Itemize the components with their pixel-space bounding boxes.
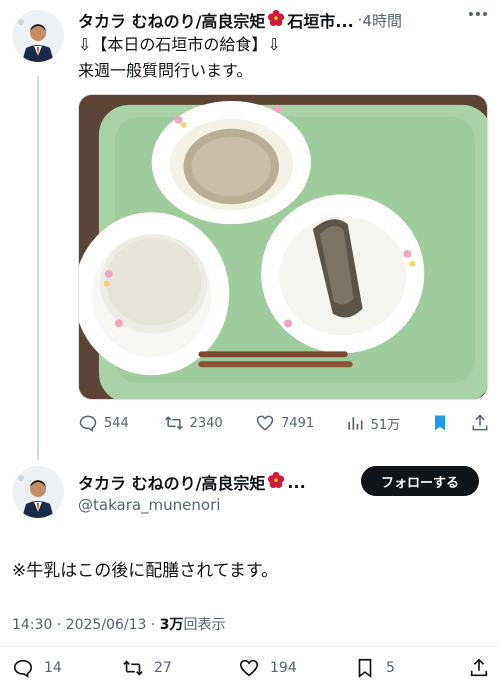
tweet-text: ※牛乳はこの後に配膳されてます。 xyxy=(12,561,279,581)
retweet-icon xyxy=(123,660,143,676)
retweet-count: 27 xyxy=(154,660,172,676)
share-button[interactable] xyxy=(470,413,490,433)
like-count: 194 xyxy=(270,660,297,676)
reply-button[interactable]: 14 xyxy=(12,657,122,679)
hibiscus-icon xyxy=(267,9,285,31)
name-suffix[interactable]: ... xyxy=(287,473,305,492)
retweet-count: 2340 xyxy=(189,415,223,431)
tweet-header: タカラ むねのり/高良宗矩 石垣市... · 4時間 xyxy=(78,8,492,32)
retweet-button[interactable]: 2340 xyxy=(164,413,256,433)
display-name[interactable]: タカラ むねのり/高良宗矩 xyxy=(78,8,265,32)
bookmark-icon xyxy=(435,415,446,431)
heart-icon xyxy=(239,659,259,677)
views-icon xyxy=(347,417,363,430)
share-button[interactable] xyxy=(468,657,490,679)
tweet-time[interactable]: 4時間 xyxy=(362,10,402,31)
like-count: 7491 xyxy=(281,415,315,431)
share-icon xyxy=(470,658,488,677)
more-icon[interactable] xyxy=(469,12,493,18)
avatar[interactable] xyxy=(12,466,64,518)
avatar-image xyxy=(12,10,64,62)
avatar[interactable] xyxy=(12,10,64,62)
views-count: 51万 xyxy=(370,417,401,433)
reply-count: 544 xyxy=(104,415,129,431)
heart-icon xyxy=(256,415,274,431)
bookmark-button[interactable]: 5 xyxy=(354,657,444,679)
hibiscus-icon xyxy=(267,471,285,493)
avatar-image xyxy=(12,466,64,518)
tweet-header: タカラ むねのり/高良宗矩 ... xyxy=(78,470,306,494)
tweet-text-line-2: 来週一般質問行います。 xyxy=(78,61,253,80)
thread-connector xyxy=(37,76,39,460)
tweet-actions: 544 2340 7491 51万 xyxy=(78,410,490,436)
lunch-photo xyxy=(79,95,487,399)
bookmark-icon xyxy=(358,658,372,678)
divider xyxy=(0,646,499,647)
like-button[interactable]: 194 xyxy=(238,657,354,679)
reply-count: 14 xyxy=(44,660,62,676)
tweet-timestamp[interactable]: 14:30 · 2025/06/13 · xyxy=(12,617,160,633)
tweet-actions: 14 27 194 5 xyxy=(12,656,490,680)
views-button[interactable]: 51万 xyxy=(345,413,431,433)
like-button[interactable]: 7491 xyxy=(255,413,345,433)
share-icon xyxy=(472,414,488,431)
reply-icon xyxy=(13,659,33,678)
retweet-icon xyxy=(164,416,183,430)
follow-button[interactable]: フォローする xyxy=(361,466,479,496)
retweet-button[interactable]: 27 xyxy=(122,657,238,679)
display-name[interactable]: タカラ むねのり/高良宗矩 xyxy=(78,470,265,494)
views-total: 3万 xyxy=(159,617,184,633)
tweet-photo[interactable] xyxy=(78,94,488,400)
bookmark-button[interactable] xyxy=(430,413,470,433)
tweet-meta: 14:30 · 2025/06/13 · 3万回表示 xyxy=(12,614,226,634)
reply-icon xyxy=(79,415,97,432)
user-handle[interactable]: @takara_munenori xyxy=(78,496,220,514)
bookmark-count: 5 xyxy=(386,660,395,676)
tweet-text-line-1: ⇩【本日の石垣市の給食】⇩ xyxy=(78,35,281,54)
reply-button[interactable]: 544 xyxy=(78,413,164,433)
name-suffix[interactable]: 石垣市... xyxy=(287,8,353,32)
views-label: 回表示 xyxy=(183,617,226,633)
